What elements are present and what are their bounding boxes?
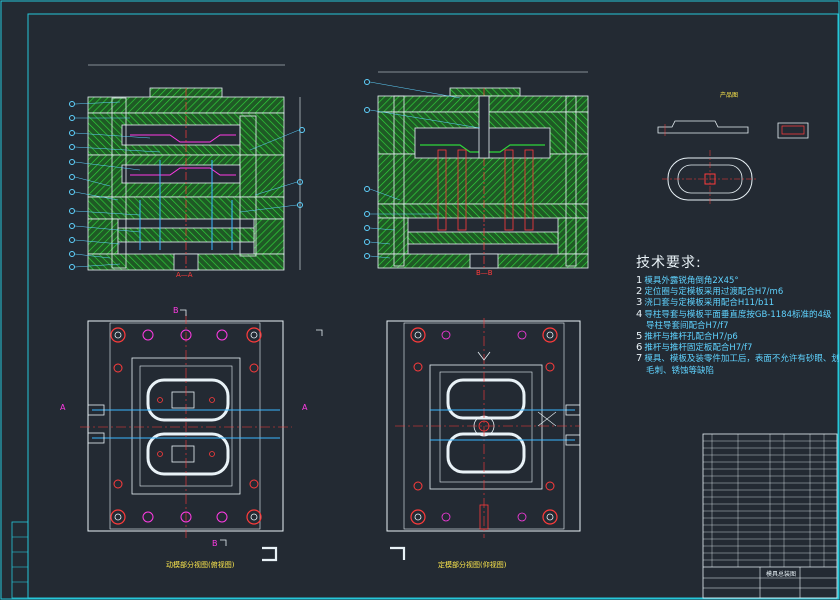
tech-requirement-item: 毛刺、锈蚀等缺陷 xyxy=(644,364,714,376)
tech-requirement-text: 毛刺、锈蚀等缺陷 xyxy=(646,365,715,376)
section-view-b-b xyxy=(377,71,589,269)
title-block-drawing-name: 模具总装图 xyxy=(766,571,797,578)
caption-moving-half: 动模部分视图(俯视图) xyxy=(166,561,235,569)
section-marker-a-left: A xyxy=(60,403,66,412)
tech-requirement-item: 5 推杆与推杆孔配合H7/p6 xyxy=(636,330,738,342)
part-label: 产品图 xyxy=(720,91,738,99)
tech-requirement-item: 2 定位圈与定模板采用过渡配合H7/m6 xyxy=(636,285,783,297)
tech-requirement-item: 6 推杆与推杆固定板配合H7/f7 xyxy=(636,341,752,353)
plan-view-moving-half xyxy=(80,309,323,562)
section-label-b-b: B—B xyxy=(476,269,493,277)
tech-requirements-title: 技术要求: xyxy=(636,255,702,271)
plan-view-fixed-half xyxy=(386,318,581,560)
product-drawing xyxy=(657,120,809,206)
tech-requirement-item: 3 浇口套与定模板采用配合H11/b11 xyxy=(636,296,774,308)
tech-requirement-item: 1 模具外露锐角倒角2X45° xyxy=(636,274,739,286)
section-marker-a-right: A xyxy=(302,403,308,412)
caption-fixed-half: 定模部分视图(仰视图) xyxy=(438,561,507,569)
tech-requirement-number: 7 xyxy=(636,353,643,365)
section-marker-b-top: B xyxy=(173,306,179,315)
tech-requirement-item: 7模具、模板及装零件加工后，表面不允许有砂眼、划痕、裂纹、 xyxy=(636,352,840,364)
tech-requirement-item: 4 导柱导套与模板平面垂直度按GB-1184标准的4级 xyxy=(636,308,831,320)
tech-requirement-item: 导柱导套间配合H7/f7 xyxy=(644,319,729,331)
section-label-a-a: A—A xyxy=(176,271,193,279)
tech-requirement-number: 4 xyxy=(636,308,643,320)
section-marker-b-bottom: B xyxy=(212,539,218,548)
